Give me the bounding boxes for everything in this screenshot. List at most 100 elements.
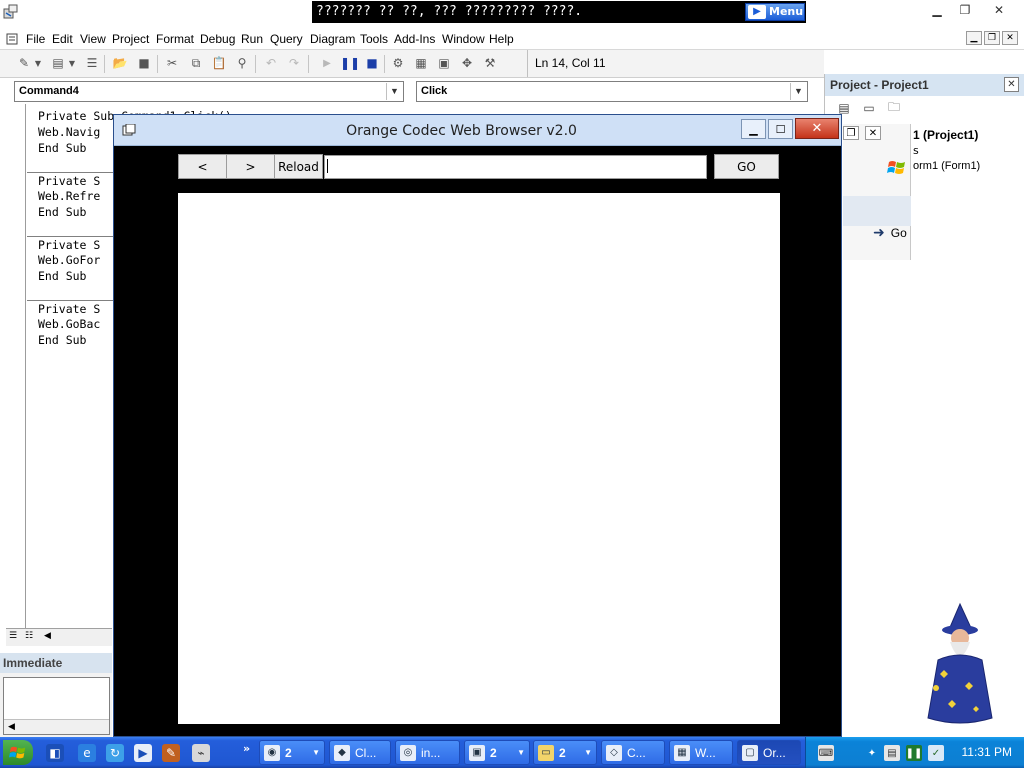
mdi-minimize-icon[interactable]: ▁: [966, 31, 982, 45]
wizard-assistant-icon[interactable]: [914, 600, 1000, 730]
scroll-left-icon[interactable]: ◀: [44, 631, 51, 641]
copy-icon[interactable]: ⧉: [188, 55, 204, 71]
form-layout-icon[interactable]: ▣: [436, 55, 452, 71]
procedure-view-icon[interactable]: ☰: [9, 631, 17, 641]
quicklaunch-more-icon[interactable]: »: [243, 742, 250, 755]
object-combo[interactable]: Command4 ▼: [14, 81, 404, 102]
window-app-icon: ▦: [674, 744, 690, 761]
chevron-down-icon[interactable]: ▼: [790, 83, 806, 100]
taskbar-group-3[interactable]: ▭ 2 ▼: [533, 740, 597, 765]
add-project-icon[interactable]: ✎: [16, 55, 32, 71]
web-view[interactable]: [178, 193, 780, 724]
menu-button[interactable]: ▶ Menu: [745, 3, 805, 21]
toggle-folders-icon[interactable]: 🗀: [885, 100, 903, 116]
start-button[interactable]: [3, 740, 33, 765]
menu-debug[interactable]: Debug: [200, 32, 235, 46]
menu-run[interactable]: Run: [241, 32, 263, 46]
menu-format[interactable]: Format: [156, 32, 194, 46]
taskbar-task-c[interactable]: ◇ C...: [601, 740, 665, 765]
chevron-down-icon[interactable]: ▼: [386, 83, 402, 100]
menu-tools[interactable]: Tools: [360, 32, 388, 46]
task-label: W...: [695, 745, 716, 760]
restore-icon[interactable]: ❐: [953, 2, 977, 18]
quicklaunch-refresh-icon[interactable]: ↻: [106, 744, 124, 762]
reload-button[interactable]: Reload: [274, 154, 323, 179]
end-icon[interactable]: ■: [364, 55, 380, 71]
back-button[interactable]: <: [178, 154, 227, 179]
keyboard-icon[interactable]: ⌨: [818, 745, 834, 761]
procedure-combo-value: Click: [421, 85, 448, 97]
mdi-restore-icon[interactable]: ❐: [984, 31, 1000, 45]
restore-icon[interactable]: ❐: [843, 126, 859, 140]
minimize-icon[interactable]: ▁: [925, 2, 949, 18]
network-icon[interactable]: ▤: [884, 745, 900, 761]
break-icon[interactable]: ❚❚: [340, 55, 360, 71]
find-icon[interactable]: ⚲: [234, 55, 250, 71]
wizard-tray-icon[interactable]: ✦: [864, 745, 880, 761]
open-folder-icon[interactable]: 📂: [112, 55, 128, 71]
close-icon[interactable]: ✕: [865, 126, 881, 140]
close-icon[interactable]: ✕: [1004, 77, 1019, 92]
taskbar-task-orange-browser[interactable]: ▢ Or...: [737, 740, 801, 765]
view-object-icon[interactable]: ▭: [860, 100, 878, 116]
media-player-icon[interactable]: ▶: [134, 744, 152, 762]
save-icon[interactable]: ■: [136, 55, 152, 71]
menu-add-ins[interactable]: Add-Ins: [394, 32, 435, 46]
url-input[interactable]: [324, 155, 707, 179]
menu-help[interactable]: Help: [489, 32, 514, 46]
browser-title-bar: Orange Codec Web Browser v2.0 ▁ ☐ ✕: [114, 115, 841, 146]
security-icon[interactable]: ✓: [928, 745, 944, 761]
forward-button[interactable]: >: [226, 154, 275, 179]
browser-minimize-icon[interactable]: ▁: [741, 119, 766, 139]
taskbar-task-cl[interactable]: ◆ Cl...: [329, 740, 391, 765]
tree-project-node[interactable]: 1 (Project1): [913, 128, 978, 142]
go-item[interactable]: ➜ Go: [873, 224, 907, 241]
redo-icon[interactable]: ↷: [286, 55, 302, 71]
menu-editor-icon[interactable]: ☰: [84, 55, 100, 71]
internet-explorer-icon[interactable]: e: [78, 744, 96, 762]
menu-query[interactable]: Query: [270, 32, 303, 46]
procedure-combo[interactable]: Click ▼: [416, 81, 808, 102]
start-icon[interactable]: ▶: [319, 55, 335, 71]
cut-icon[interactable]: ✂: [164, 55, 180, 71]
add-form-icon[interactable]: ▤: [50, 55, 66, 71]
mdi-close-icon[interactable]: ✕: [1002, 31, 1018, 45]
code-window-icon[interactable]: [6, 32, 20, 46]
task-label: Cl...: [355, 745, 377, 760]
paste-icon[interactable]: 📋: [211, 55, 227, 71]
tree-folder-node[interactable]: s: [913, 144, 919, 157]
pause-icon[interactable]: ❚❚: [906, 745, 922, 761]
browser-maximize-icon[interactable]: ☐: [768, 119, 793, 139]
taskbar-task-w[interactable]: ▦ W...: [669, 740, 733, 765]
cursor-position: Ln 14, Col 11: [527, 50, 824, 77]
undo-icon[interactable]: ↶: [263, 55, 279, 71]
full-module-view-icon[interactable]: ☷: [25, 631, 33, 641]
toolbox-icon[interactable]: ⚒: [482, 55, 498, 71]
quicklaunch-misc-icon[interactable]: ⌁: [192, 744, 210, 762]
browser-close-icon[interactable]: ✕: [795, 118, 839, 139]
chevron-down-icon: ▼: [517, 748, 525, 757]
object-browser-icon[interactable]: ✥: [459, 55, 475, 71]
clock: 11:31 PM: [961, 745, 1012, 759]
taskbar-group-1[interactable]: ◉ 2 ▼: [259, 740, 325, 765]
taskbar-group-2[interactable]: ▣ 2 ▼: [464, 740, 530, 765]
properties-window-icon[interactable]: ▦: [413, 55, 429, 71]
close-icon[interactable]: ✕: [987, 2, 1011, 18]
menu-window[interactable]: Window: [442, 32, 485, 46]
menu-diagram[interactable]: Diagram: [310, 32, 355, 46]
tree-form-node[interactable]: orm1 (Form1): [913, 160, 980, 172]
project-explorer-icon[interactable]: ⚙: [390, 55, 406, 71]
taskbar-task-in[interactable]: ◎ in...: [395, 740, 460, 765]
dropdown-arrow-icon[interactable]: ▼: [67, 55, 77, 71]
menu-edit[interactable]: Edit: [52, 32, 73, 46]
menu-file[interactable]: File: [26, 32, 45, 46]
quicklaunch-app-icon[interactable]: ◧: [46, 744, 64, 762]
menu-view[interactable]: View: [80, 32, 106, 46]
go-button[interactable]: GO: [714, 154, 779, 179]
dropdown-arrow-icon[interactable]: ▼: [33, 55, 43, 71]
immediate-title: Immediate: [0, 653, 112, 673]
quicklaunch-tool-icon[interactable]: ✎: [162, 744, 180, 762]
immediate-input[interactable]: ◀: [3, 677, 110, 735]
immediate-scrollbar[interactable]: ◀: [4, 719, 109, 734]
menu-project[interactable]: Project: [112, 32, 149, 46]
